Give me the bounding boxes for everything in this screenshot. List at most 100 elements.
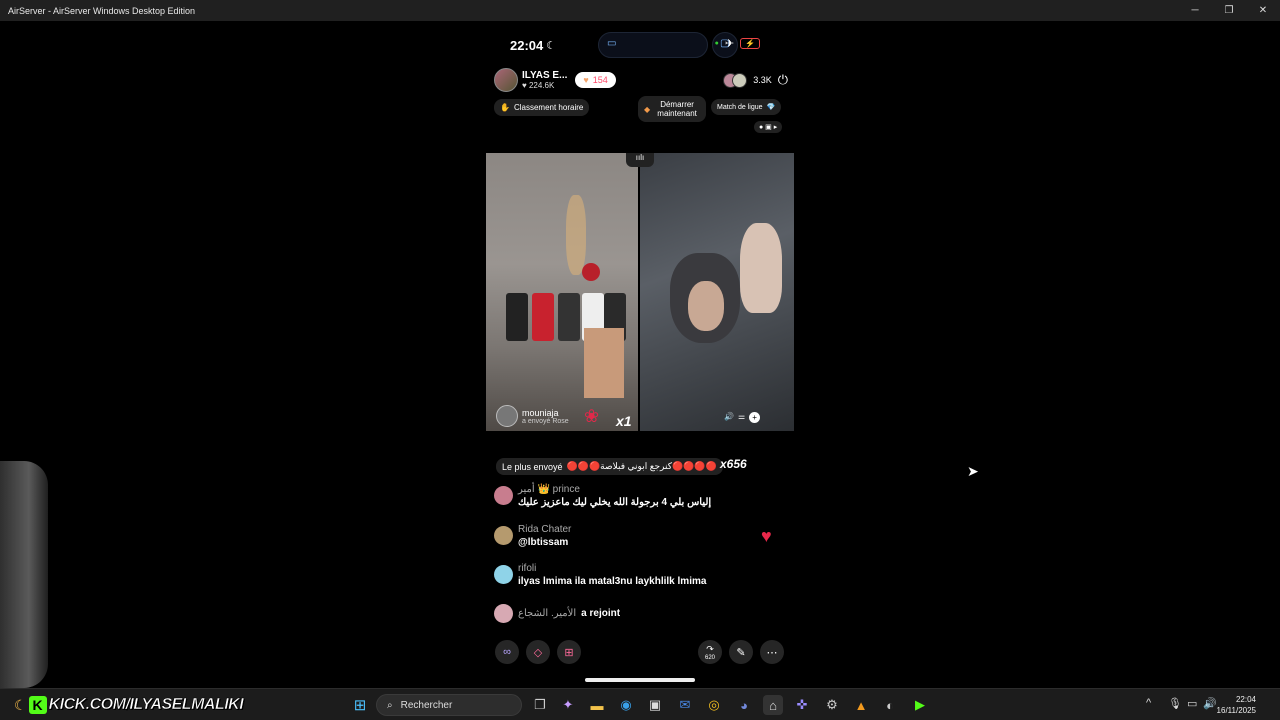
follow-count: 154	[592, 75, 608, 85]
top-sent-text: 🔴🔴🔴كنرجع ابوني فبلاصة🔴🔴🔴🔴	[566, 461, 717, 471]
share-button[interactable]: ↷ 620	[698, 640, 722, 664]
copilot-icon[interactable]: ✦	[558, 695, 578, 715]
shirt-shape	[506, 293, 528, 341]
comment-user: Rida Chater	[518, 524, 572, 535]
hand-shape	[740, 223, 782, 313]
dynamic-island-airplay: ▭	[598, 32, 708, 58]
cloth-shape	[584, 328, 624, 398]
more-icon[interactable]: ⋯	[760, 640, 784, 664]
search-input[interactable]: ⌕ Rechercher	[376, 694, 522, 716]
gem-icon: 💎	[766, 104, 776, 111]
microphone-icon[interactable]: 🎙	[1168, 697, 1182, 710]
mirror-stage: 22:04 ☾ ▭ ▢ ● ✈ ⚡ ILYAS E... ♥ 224.6K ♥ …	[0, 21, 1280, 688]
list-item[interactable]: أمير 👑 prince إلياس بلي 4 برجولة الله يخ…	[494, 484, 711, 508]
mouse-cursor-icon: ➤	[967, 463, 979, 479]
home-indicator	[585, 678, 695, 682]
kick-overlay: ☾ K KICK.COM/ILYASELMALIKI	[14, 694, 244, 716]
system-clock[interactable]: 22:04 16/11/2025	[1217, 694, 1256, 716]
minimize-icon[interactable]: ─	[1178, 0, 1212, 21]
clock-time: 22:04	[1235, 695, 1256, 704]
share-icon: ↷	[706, 643, 714, 654]
hand-icon: ✋	[500, 103, 510, 112]
ranking-pill[interactable]: ✋ Classement horaire	[494, 99, 590, 116]
volume-icon[interactable]: 🔊	[1203, 697, 1217, 710]
airplay-icon: ▭	[607, 38, 617, 49]
maximize-icon[interactable]: ❐	[1212, 0, 1246, 21]
figure-shape	[566, 195, 586, 275]
moon-logo-icon: ☾	[14, 696, 27, 713]
live-battle-video: mouniaja a envoyé Rose ❀ x1 🔊 ⚌ + ıılı	[486, 153, 794, 431]
stream-controls[interactable]: 🔊 ⚌ +	[724, 412, 761, 423]
comment-user: أمير 👑 prince	[518, 484, 580, 495]
list-item[interactable]: rifoli ilyas lmima ila matal3nu laykhlil…	[494, 563, 706, 587]
follow-button[interactable]: ♥ 154	[575, 72, 616, 88]
match-icon[interactable]: ◇	[526, 640, 550, 664]
chevron-up-icon[interactable]: ^	[1146, 697, 1151, 709]
chrome-icon[interactable]: ◎	[704, 695, 724, 715]
kick-app-icon[interactable]: ▶	[910, 695, 930, 715]
discord-icon[interactable]: ◕	[734, 695, 754, 715]
task-view-icon[interactable]: ❐	[530, 695, 550, 715]
gift-multiplier: x1	[616, 413, 632, 429]
top-sent-banner: Le plus envoyé 🔴🔴🔴كنرجع ابوني فبلاصة🔴🔴🔴🔴	[496, 458, 723, 475]
league-label: Match de ligue	[717, 103, 763, 111]
window-titlebar: AirServer - AirServer Windows Desktop Ed…	[0, 0, 1280, 21]
store-icon[interactable]: ▣	[645, 695, 665, 715]
start-label: Démarrer maintenant	[657, 100, 697, 118]
windows-start-icon[interactable]: ⊞	[350, 695, 370, 715]
list-item[interactable]: الأمير. الشجاع a rejoint	[494, 604, 620, 623]
moon-icon: ☾	[546, 39, 557, 52]
airplane-icon: ✈	[724, 38, 735, 50]
comment-user: الأمير. الشجاع	[518, 608, 577, 619]
apps-icon[interactable]: ⊞	[557, 640, 581, 664]
viewer-count: 3.3K	[753, 75, 772, 85]
phone-screen: 22:04 ☾ ▭ ▢ ● ✈ ⚡ ILYAS E... ♥ 224.6K ♥ …	[486, 21, 794, 688]
viewer-avatar	[732, 72, 748, 88]
link-icon[interactable]: ∞	[495, 640, 519, 664]
box-pill[interactable]: ● ▣ ▸	[754, 121, 783, 133]
comment-user: rifoli	[518, 563, 537, 574]
person-face-shape	[688, 281, 724, 331]
avatar	[494, 486, 513, 505]
close-icon[interactable]: ✕	[1246, 0, 1280, 21]
network-icon[interactable]: ▭	[1187, 697, 1197, 710]
ranking-label: Classement horaire	[513, 103, 584, 112]
search-icon: ⌕	[387, 699, 393, 711]
league-pill[interactable]: Match de ligue 💎	[711, 99, 782, 115]
camera-dot-icon: ●	[714, 40, 719, 47]
magic-wand-icon[interactable]: ✎	[729, 640, 753, 664]
gift-sender[interactable]: mouniaja a envoyé Rose	[496, 405, 569, 427]
filter-icon[interactable]: ⚌	[738, 412, 745, 423]
start-pill[interactable]: ◆ Démarrer maintenant	[638, 96, 706, 122]
list-item[interactable]: Rida Chater @lbtissam	[494, 524, 571, 548]
status-time: 22:04	[510, 37, 544, 53]
kick-url: KICK.COM/ILYASELMALIKI	[48, 696, 244, 714]
add-icon[interactable]: +	[749, 412, 761, 423]
edge-icon[interactable]: ◉	[616, 695, 636, 715]
avatar	[494, 526, 513, 545]
mail-icon[interactable]: ✉	[675, 695, 695, 715]
shirt-shape	[532, 293, 554, 341]
viewers-area[interactable]: 3.3K ⏻	[723, 72, 788, 88]
app-a-icon[interactable]: ▲	[851, 695, 871, 715]
sender-gift: a envoyé Rose	[522, 417, 569, 425]
kick-logo-icon: K	[28, 696, 47, 714]
rose-icon: ❀	[584, 406, 600, 426]
rocket-icon: ◆	[644, 104, 651, 114]
ball-shape	[582, 263, 600, 281]
airserver-icon[interactable]: ⌂	[763, 695, 783, 715]
heart-icon: ♥	[583, 75, 589, 85]
file-explorer-icon[interactable]: ▬	[587, 695, 607, 715]
host-name: ILYAS E...	[522, 70, 568, 81]
comment-text: إلياس بلي 4 برجولة الله يخلي ليك ماعزيز …	[518, 497, 712, 508]
settings-icon[interactable]: ⚙	[822, 695, 842, 715]
heart-icon: ♥	[761, 526, 772, 546]
power-icon[interactable]: ⏻	[778, 72, 788, 88]
search-placeholder: Rechercher	[400, 699, 453, 711]
speaker-icon[interactable]: 🔊	[724, 412, 734, 423]
avatar[interactable]	[494, 68, 518, 92]
obs-icon[interactable]: ◐	[880, 695, 900, 715]
host-info[interactable]: ILYAS E... ♥ 224.6K ♥ 154	[494, 68, 616, 92]
share-count: 620	[704, 654, 715, 661]
game-icon[interactable]: ✜	[792, 695, 812, 715]
